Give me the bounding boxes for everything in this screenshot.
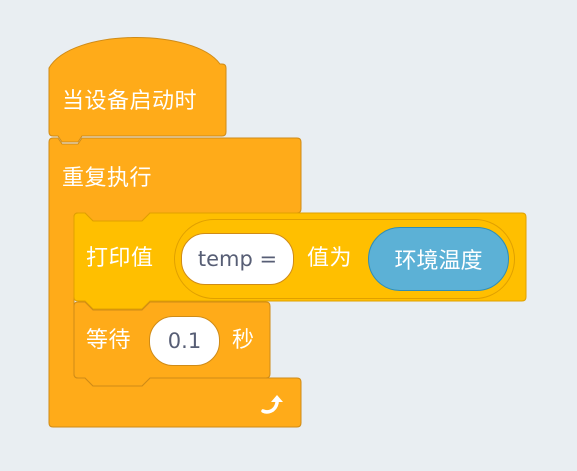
join-text-input[interactable]: temp = <box>181 233 294 285</box>
wait-unit-label: 秒 <box>232 328 255 353</box>
loop-arrow-icon <box>261 395 283 414</box>
variable-reporter[interactable]: 环境温度 <box>368 227 509 291</box>
code-workspace[interactable]: 当设备启动时 重复执行 打印值 temp = 值为 环境温度 等待 0.1 秒 <box>0 0 577 471</box>
wait-seconds-input[interactable]: 0.1 <box>149 316 220 366</box>
wait-block-label: 等待 <box>86 328 132 353</box>
join-middle-label: 值为 <box>307 246 353 271</box>
hat-block-label: 当设备启动时 <box>62 89 198 114</box>
repeat-block-label: 重复执行 <box>62 166 153 191</box>
print-block-label: 打印值 <box>86 246 154 271</box>
